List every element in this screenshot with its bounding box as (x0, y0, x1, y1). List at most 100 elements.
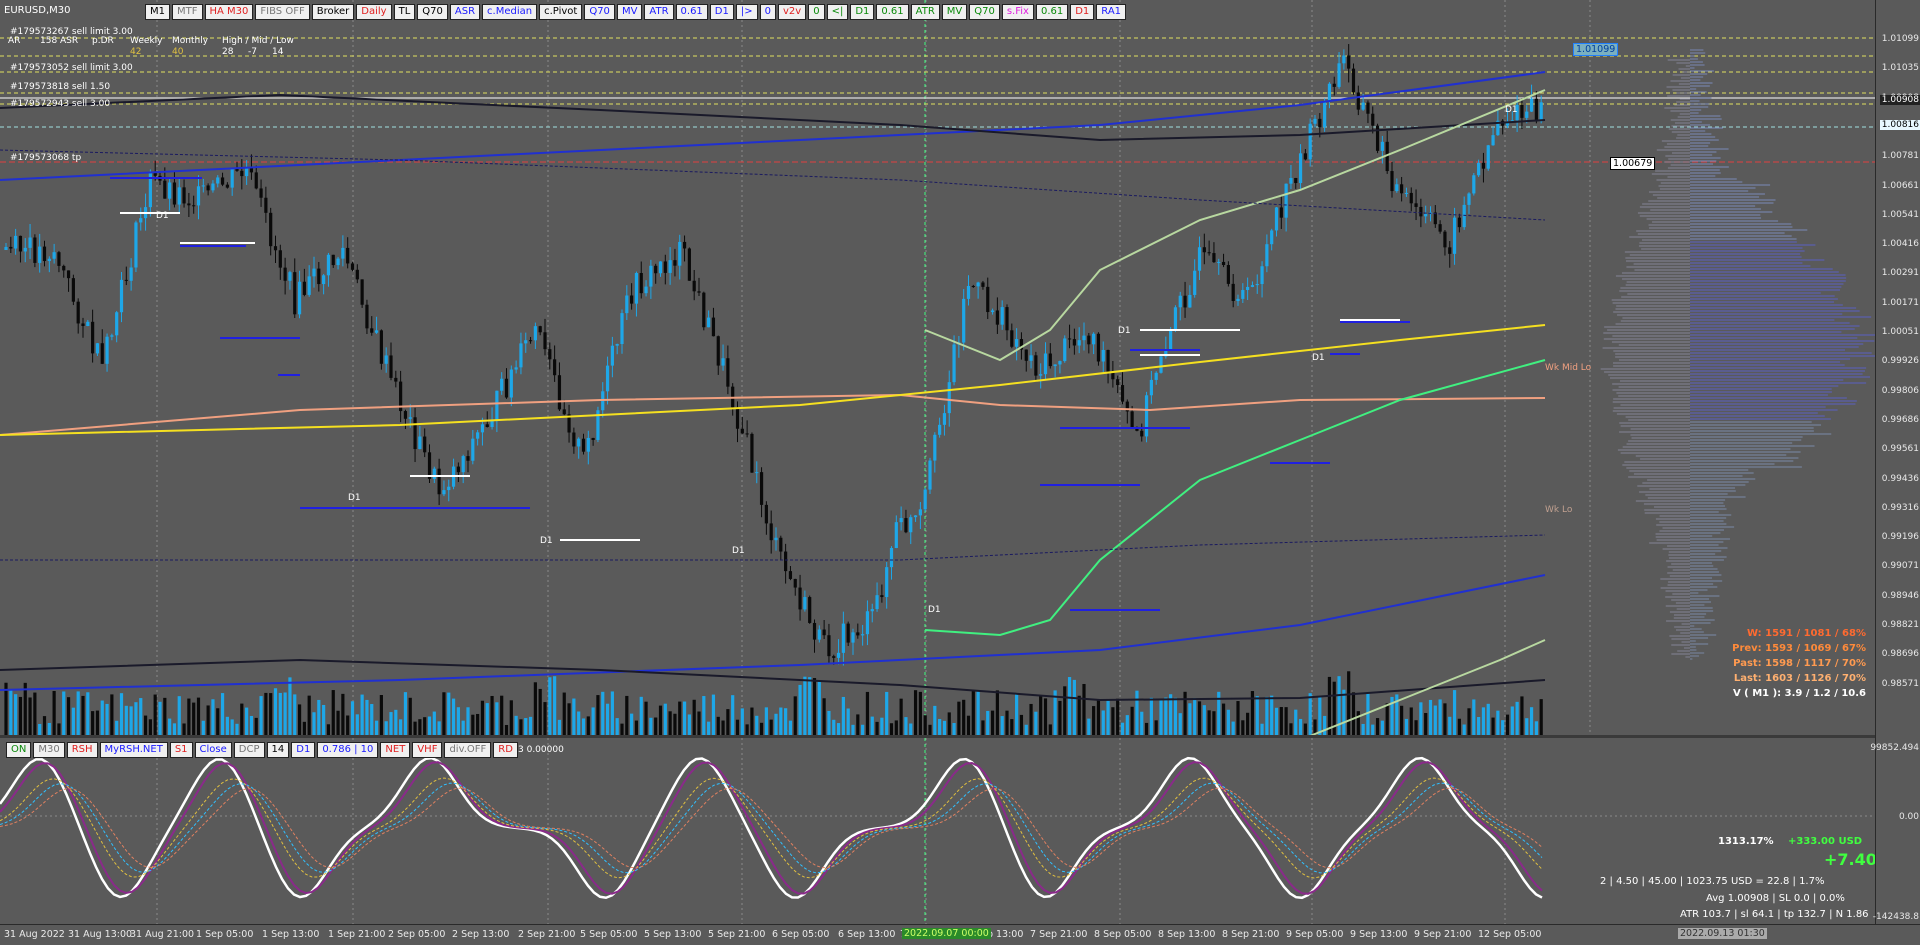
toolbar-button-4[interactable]: Broker (311, 4, 355, 20)
header-label: Monthly (172, 36, 209, 46)
toolbar-button-14[interactable]: 0.61 (675, 4, 708, 20)
volume-bar (1501, 720, 1505, 735)
candle-body (798, 587, 802, 610)
candle-body (1265, 244, 1269, 267)
candle-body (1313, 118, 1317, 124)
volume-bar (1486, 703, 1490, 735)
volume-bar (81, 695, 85, 735)
candle-body (447, 486, 451, 491)
toolbar-button-16[interactable]: |> (735, 4, 758, 20)
toolbar-button-6[interactable]: TL (393, 4, 416, 20)
toolbar-button-1[interactable]: MTF (172, 4, 203, 20)
candle-body (962, 298, 966, 343)
candle-body (1101, 349, 1105, 362)
candle-body (1169, 329, 1173, 351)
volume-bar (1072, 679, 1076, 735)
volume-bar (374, 720, 379, 735)
toolbar-button-29[interactable]: RA1 (1096, 4, 1127, 20)
candle-body (1130, 411, 1134, 427)
candle-body (1443, 231, 1447, 248)
osc-toolbar-button-3[interactable]: MyRSH.NET (99, 742, 168, 758)
candle-body (1029, 355, 1033, 361)
order-label[interactable]: #179573052 sell limit 3.00 (10, 63, 133, 73)
candle-body (326, 254, 331, 276)
toolbar-button-12[interactable]: MV (616, 4, 643, 20)
osc-toolbar-button-5[interactable]: Close (194, 742, 232, 758)
toolbar-button-24[interactable]: MV (941, 4, 968, 20)
volume-bar (105, 703, 109, 735)
toolbar-button-0[interactable]: M1 (145, 4, 170, 20)
volume-bar (254, 717, 258, 735)
toolbar-button-19[interactable]: 0 (808, 4, 825, 20)
candle-body (562, 409, 566, 415)
candle-body (1058, 361, 1062, 365)
osc-toolbar-button-6[interactable]: DCP (233, 742, 265, 758)
order-label[interactable]: #179573818 sell 1.50 (10, 82, 110, 92)
osc-toolbar-button-12[interactable]: div.OFF (444, 742, 492, 758)
toolbar-button-20[interactable]: <| (826, 4, 849, 20)
volume-bar (793, 696, 797, 735)
candle-body (836, 652, 841, 658)
osc-toolbar-button-13[interactable]: RD (493, 742, 518, 758)
volume-bar (14, 694, 18, 735)
toolbar-button-15[interactable]: D1 (709, 4, 734, 20)
toolbar-button-17[interactable]: 0 (759, 4, 776, 20)
volume-bar (413, 721, 417, 735)
volume-bar (57, 723, 61, 735)
toolbar-button-25[interactable]: Q70 (969, 4, 1000, 20)
candle-body (1294, 177, 1298, 184)
volume-bar (240, 703, 244, 735)
volume-bar (557, 719, 562, 735)
osc-toolbar-button-10[interactable]: NET (380, 742, 411, 758)
osc-toolbar-button-1[interactable]: M30 (33, 742, 65, 758)
order-label[interactable]: #179573068 tp (10, 153, 81, 163)
toolbar-button-9[interactable]: c.Median (482, 4, 538, 20)
toolbar-button-11[interactable]: Q70 (584, 4, 615, 20)
toolbar-button-7[interactable]: Q70 (417, 4, 448, 20)
volume-bar (456, 707, 460, 735)
oscillator-chart[interactable] (0, 738, 1875, 924)
candle-body (1250, 285, 1255, 287)
candle-body (1173, 307, 1178, 330)
volume-bar (687, 714, 691, 735)
toolbar-button-21[interactable]: D1 (850, 4, 875, 20)
volume-bar (71, 707, 75, 735)
order-label[interactable]: #179572943 sell 3.00 (10, 99, 110, 109)
candle-body (856, 632, 860, 636)
toolbar-button-23[interactable]: ATR (910, 4, 940, 20)
volume-bar (1404, 718, 1409, 735)
candle-body (66, 270, 71, 279)
toolbar-button-28[interactable]: D1 (1070, 4, 1095, 20)
header-value: 28 (222, 47, 234, 57)
candle-body (124, 279, 128, 281)
volume-bar (909, 723, 913, 735)
toolbar-button-10[interactable]: c.Pivot (539, 4, 583, 20)
osc-toolbar-button-0[interactable]: ON (6, 742, 32, 758)
toolbar-button-26[interactable]: s.Fix (1001, 4, 1034, 20)
toolbar-button-22[interactable]: 0.61 (876, 4, 909, 20)
toolbar-button-2[interactable]: HA M30 (204, 4, 254, 20)
price-axis[interactable]: 1.01099 1.01035 1.00908 1.00816 1.00781 1.006… (1870, 0, 1920, 924)
toolbar-button-18[interactable]: v2v (777, 4, 807, 20)
toolbar-button-8[interactable]: ASR (449, 4, 481, 20)
osc-toolbar-button-7[interactable]: 14 (266, 742, 290, 758)
time-axis[interactable]: 31 Aug 2022 31 Aug 13:00 31 Aug 21:00 1 Sep… (0, 924, 1920, 945)
toolbar-button-3[interactable]: FIBS OFF (255, 4, 310, 20)
price-chart[interactable]: D1 D1 D1 D1 D1 D1 D1 D1 Wk Mid Lo Wk Lo (0, 0, 1875, 735)
candle-body (1005, 307, 1009, 331)
osc-toolbar-button-2[interactable]: RSH (66, 742, 98, 758)
toolbar-button-13[interactable]: ATR (644, 4, 674, 20)
osc-toolbar-button-4[interactable]: S1 (169, 742, 193, 758)
osc-toolbar-button-9[interactable]: 0.786 | 10 (317, 742, 379, 758)
toolbar-button-27[interactable]: 0.61 (1035, 4, 1069, 20)
candle-body (663, 261, 667, 273)
candle-body (581, 438, 586, 452)
toolbar-button-5[interactable]: Daily (356, 4, 392, 20)
osc-toolbar-button-11[interactable]: VHF (412, 742, 443, 758)
candle-body (1457, 217, 1461, 228)
candle-body (634, 273, 639, 304)
osc-toolbar-button-8[interactable]: D1 (291, 742, 316, 758)
volume-bar (1120, 722, 1125, 735)
volume-bar (225, 716, 229, 735)
volume-bar (427, 716, 432, 735)
